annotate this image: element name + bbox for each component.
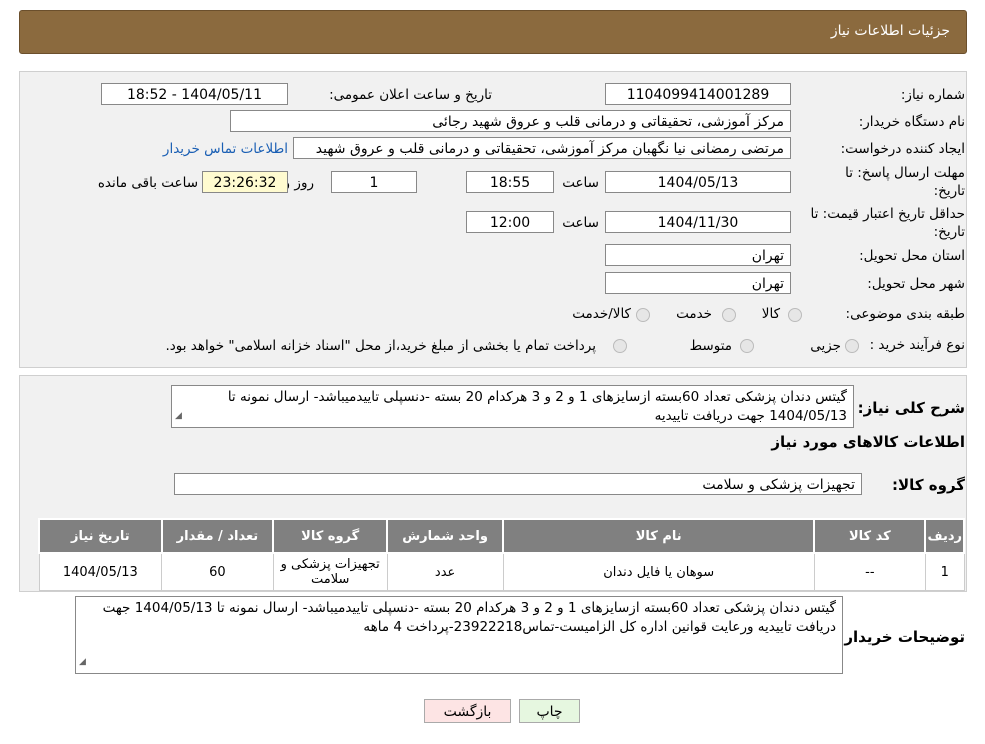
category-radio-service[interactable]	[722, 308, 736, 322]
cell-row-number: 1	[924, 552, 965, 591]
validity-label-line1: حداقل تاریخ اعتبار قیمت: تا	[810, 206, 965, 222]
deadline-date-field: 1404/05/13	[605, 171, 791, 193]
city-field: تهران	[605, 272, 791, 294]
category-label: طبقه بندی موضوعی:	[845, 306, 965, 322]
category-option-goods-service: کالا/خدمت	[572, 306, 631, 322]
purchase-radio-medium[interactable]	[740, 339, 754, 353]
validity-time-label: ساعت	[562, 215, 599, 231]
page-header: جزئیات اطلاعات نیاز	[19, 10, 967, 54]
goods-group-label: گروه کالا:	[892, 476, 965, 494]
province-label: استان محل تحویل:	[859, 248, 965, 264]
col-quantity: تعداد / مقدار	[160, 518, 275, 554]
back-button[interactable]: بازگشت	[424, 699, 511, 723]
deadline-time-label: ساعت	[562, 175, 599, 191]
resize-grip-icon[interactable]: ◢	[79, 653, 86, 672]
goods-info-title: اطلاعات کالاهای مورد نیاز	[771, 433, 965, 451]
cell-goods-code: --	[813, 552, 926, 591]
summary-textarea[interactable]: گیتس دندان پزشکی تعداد 60بسته ازسایزهای …	[171, 385, 854, 428]
cell-goods-name: سوهان یا فایل دندان	[502, 552, 815, 591]
validity-time-field: 12:00	[466, 211, 554, 233]
buyer-org-field: مرکز آموزشی، تحقیقاتی و درمانی قلب و عرو…	[230, 110, 791, 132]
contact-buyer-link[interactable]: اطلاعات تماس خریدار	[163, 141, 288, 157]
category-option-goods: کالا	[761, 306, 780, 322]
cell-quantity: 60	[161, 552, 274, 591]
purchase-radio-minor[interactable]	[845, 339, 859, 353]
col-need-date: تاریخ نیاز	[38, 518, 163, 554]
purchase-type-label: نوع فرآیند خرید :	[869, 337, 965, 353]
goods-table: ردیف کد کالا نام کالا واحد شمارش گروه کا…	[38, 518, 965, 591]
buyer-org-label: نام دستگاه خریدار:	[858, 114, 965, 130]
col-goods-code: کد کالا	[813, 518, 927, 554]
print-button[interactable]: چاپ	[519, 699, 580, 723]
deadline-time-field: 18:55	[466, 171, 554, 193]
province-field: تهران	[605, 244, 791, 266]
resize-grip-icon[interactable]: ◢	[175, 407, 182, 426]
remaining-label: ساعت باقی مانده	[97, 175, 198, 191]
cell-goods-group: تجهیزات پزشکی و سلامت	[272, 552, 388, 591]
need-number-field: 1104099414001289	[605, 83, 791, 105]
buyer-notes-label: توضیحات خریدار:	[838, 628, 965, 646]
summary-text: گیتس دندان پزشکی تعداد 60بسته ازسایزهای …	[227, 389, 847, 424]
category-radio-goods-service[interactable]	[636, 308, 650, 322]
purchase-option-minor: جزیی	[810, 338, 841, 354]
category-option-service: خدمت	[676, 306, 712, 322]
col-goods-group: گروه کالا	[272, 518, 389, 554]
validity-label-line2: تاریخ:	[933, 224, 965, 240]
city-label: شهر محل تحویل:	[867, 276, 965, 292]
announce-field: 1404/05/11 - 18:52	[101, 83, 288, 105]
summary-label: شرح کلی نیاز:	[857, 399, 965, 417]
validity-date-field: 1404/11/30	[605, 211, 791, 233]
table-row: 1 -- سوهان یا فایل دندان عدد تجهیزات پزش…	[38, 552, 965, 591]
buyer-notes-text: گیتس دندان پزشکی تعداد 60بسته ازسایزهای …	[102, 600, 836, 635]
purchase-option-medium: متوسط	[689, 338, 732, 354]
purchase-note: پرداخت تمام یا بخشی از مبلغ خرید،از محل …	[165, 338, 596, 354]
creator-field: مرتضی رمضانی نیا نگهبان مرکز آموزشی، تحق…	[293, 137, 791, 159]
purchase-checkbox-treasury[interactable]	[613, 339, 627, 353]
creator-label: ایجاد کننده درخواست:	[840, 141, 965, 157]
cell-need-date: 1404/05/13	[38, 552, 163, 591]
cell-unit: عدد	[386, 552, 504, 591]
remaining-time-field: 23:26:32	[202, 171, 288, 193]
table-header-row: ردیف کد کالا نام کالا واحد شمارش گروه کا…	[38, 518, 965, 554]
buyer-notes-textarea[interactable]: گیتس دندان پزشکی تعداد 60بسته ازسایزهای …	[75, 596, 843, 674]
deadline-label-line2: تاریخ:	[933, 183, 965, 199]
col-goods-name: نام کالا	[502, 518, 816, 554]
need-number-label: شماره نیاز:	[900, 87, 965, 103]
goods-group-field: تجهیزات پزشکی و سلامت	[174, 473, 862, 495]
days-label: روز و	[283, 175, 314, 191]
col-row-number: ردیف	[924, 518, 965, 554]
col-unit: واحد شمارش	[386, 518, 505, 554]
category-radio-goods[interactable]	[788, 308, 802, 322]
page-title: جزئیات اطلاعات نیاز	[830, 23, 950, 39]
announce-label: تاریخ و ساعت اعلان عمومی:	[329, 87, 492, 103]
days-field: 1	[331, 171, 417, 193]
deadline-label-line1: مهلت ارسال پاسخ: تا	[845, 165, 965, 181]
